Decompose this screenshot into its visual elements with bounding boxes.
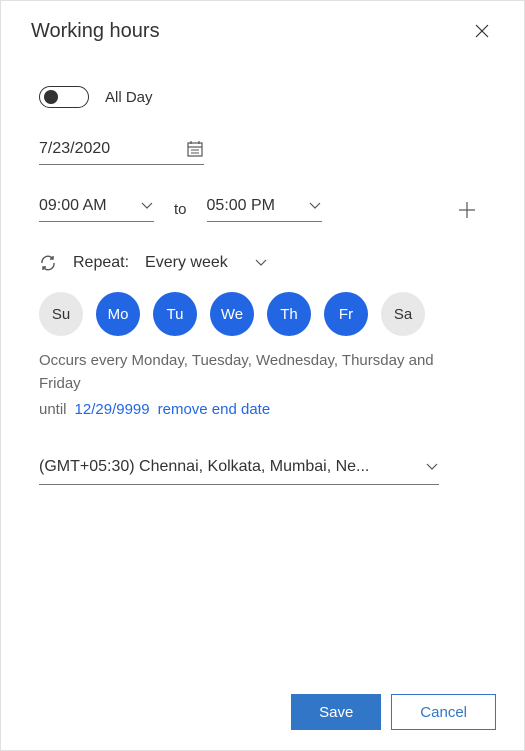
toggle-knob — [44, 90, 58, 104]
start-time-value: 09:00 AM — [39, 197, 107, 215]
all-day-toggle[interactable] — [39, 86, 89, 108]
end-time-value: 05:00 PM — [207, 197, 275, 215]
close-button[interactable] — [470, 19, 494, 43]
chevron-down-icon — [308, 199, 322, 213]
dialog-title: Working hours — [31, 20, 160, 43]
day-button-we[interactable]: We — [210, 292, 254, 336]
timezone-value: (GMT+05:30) Chennai, Kolkata, Mumbai, Ne… — [39, 458, 369, 476]
date-value: 7/23/2020 — [39, 140, 110, 158]
repeat-dropdown[interactable]: Every week — [145, 254, 268, 272]
day-button-th[interactable]: Th — [267, 292, 311, 336]
days-selector: Su Mo Tu We Th Fr Sa — [39, 292, 479, 336]
dialog-footer: Save Cancel — [1, 674, 524, 750]
start-time-input[interactable]: 09:00 AM — [39, 197, 154, 222]
plus-icon — [457, 200, 477, 220]
to-label: to — [174, 201, 187, 218]
close-icon — [475, 24, 489, 38]
date-input[interactable]: 7/23/2020 — [39, 140, 204, 165]
all-day-label: All Day — [105, 89, 153, 106]
remove-end-date-link[interactable]: remove end date — [158, 401, 271, 418]
until-date-link[interactable]: 12/29/9999 — [75, 401, 150, 418]
chevron-down-icon — [140, 199, 154, 213]
repeat-value: Every week — [145, 254, 228, 272]
repeat-label: Repeat: — [73, 254, 129, 272]
repeat-icon — [39, 254, 57, 272]
calendar-icon[interactable] — [186, 140, 204, 158]
timezone-dropdown[interactable]: (GMT+05:30) Chennai, Kolkata, Mumbai, Ne… — [39, 458, 439, 485]
save-button[interactable]: Save — [291, 694, 381, 730]
chevron-down-icon — [425, 460, 439, 474]
add-time-button[interactable] — [455, 198, 479, 222]
day-button-sa[interactable]: Sa — [381, 292, 425, 336]
day-button-su[interactable]: Su — [39, 292, 83, 336]
day-button-tu[interactable]: Tu — [153, 292, 197, 336]
day-button-fr[interactable]: Fr — [324, 292, 368, 336]
cancel-button[interactable]: Cancel — [391, 694, 496, 730]
occurs-text: Occurs every Monday, Tuesday, Wednesday,… — [39, 350, 479, 395]
until-label: until — [39, 401, 67, 418]
content-area: All Day 7/23/2020 09:00 AM to — [1, 61, 499, 660]
chevron-down-icon — [254, 256, 268, 270]
end-time-input[interactable]: 05:00 PM — [207, 197, 322, 222]
day-button-mo[interactable]: Mo — [96, 292, 140, 336]
